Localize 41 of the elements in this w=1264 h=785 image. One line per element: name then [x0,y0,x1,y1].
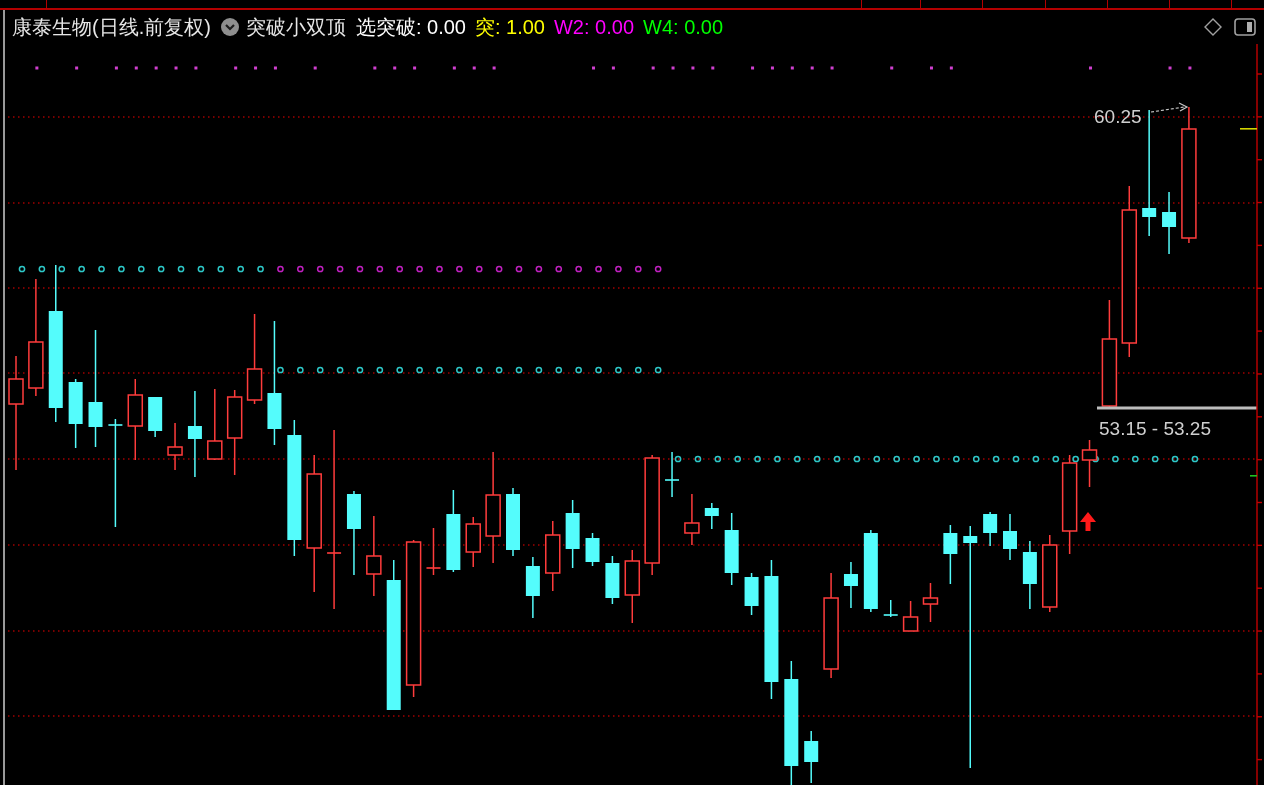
price-range-label: 53.15 - 53.25 [1099,418,1211,439]
candlestick [585,532,600,567]
panel-toggle-icon[interactable] [1234,18,1256,36]
diamond-icon[interactable] [1204,18,1222,36]
high-price-label: 60.25 [1094,106,1142,127]
candlestick [704,502,719,530]
up-arrow-icon [1080,512,1096,531]
candlestick [465,516,481,568]
indicator-readout: 选突破: 0.00 [355,14,466,40]
candlestick [922,582,939,623]
candlestick [983,511,998,547]
dashed-arrow [1150,102,1189,113]
candlestick [843,561,858,609]
axis-marker [1250,475,1257,477]
candlestick [68,378,83,449]
candlestick [1162,191,1177,255]
indicator-name: 突破小双顶 [245,14,346,40]
candlestick [902,600,919,632]
candlestick [883,599,898,618]
candlestick [148,396,163,438]
candlestick [426,527,441,576]
candlestick [545,520,561,592]
axis-marker [1240,128,1257,130]
candlestick [525,556,540,619]
candlestick [167,422,183,471]
candlestick [744,572,759,616]
stock-title: 康泰生物(日线.前复权) [12,14,211,40]
candlestick [506,487,520,557]
candlestick [943,524,958,585]
candlestick [605,555,620,605]
candlestick [1003,513,1017,561]
candlestick [1081,439,1098,488]
indicator-readout: W4: 0.00 [643,15,724,39]
indicator-readout: 突: 1.00 [474,14,545,40]
indicator-readout: W2: 0.00 [554,15,635,39]
candlestick [565,499,580,569]
candlestick [804,730,819,784]
candlestick [684,493,700,546]
candlestick [665,451,680,498]
candlestick [1022,540,1037,610]
chevron-down-icon[interactable] [220,18,239,36]
